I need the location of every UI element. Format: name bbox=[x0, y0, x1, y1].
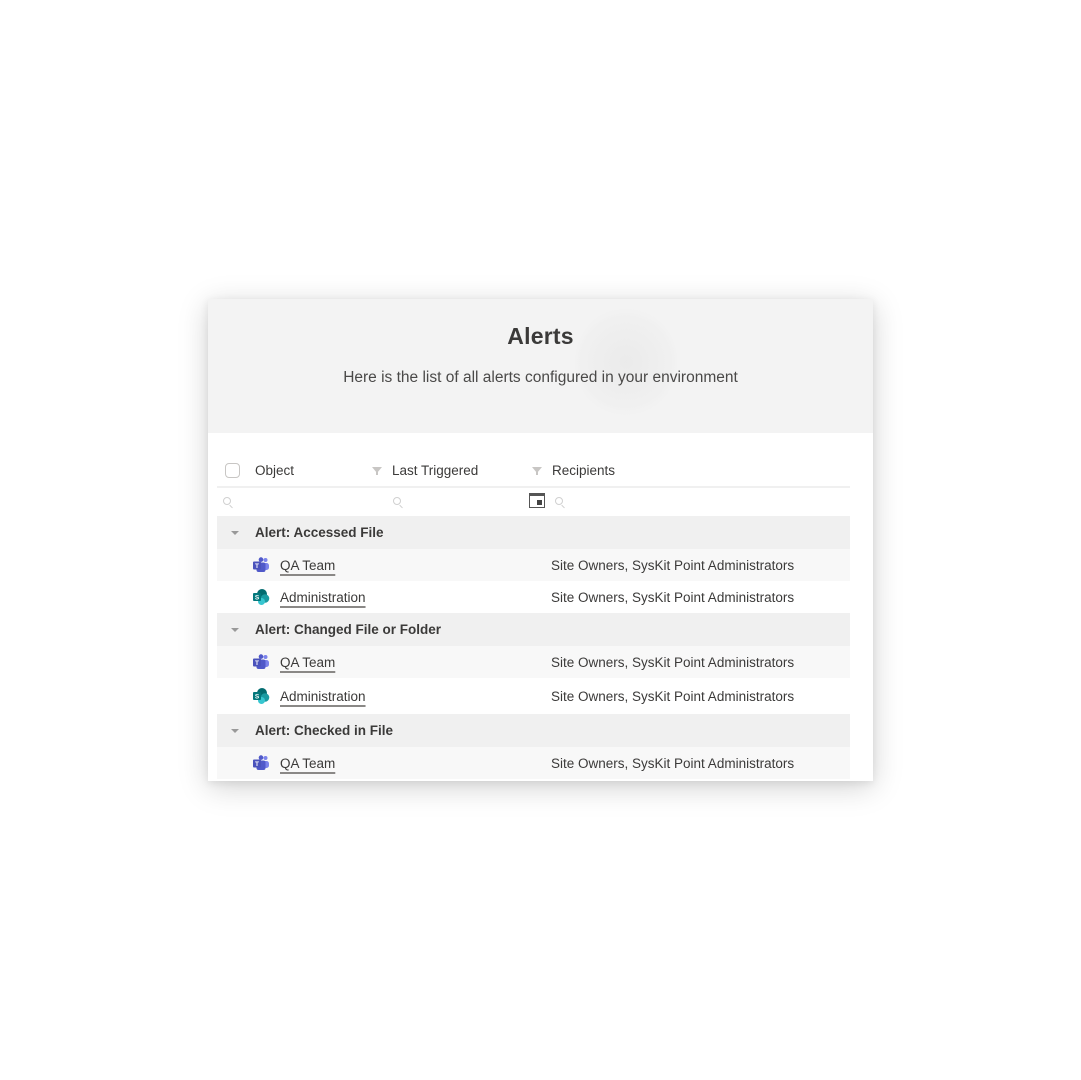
group-label: Alert: Changed File or Folder bbox=[255, 622, 442, 637]
sharepoint-icon bbox=[252, 589, 270, 605]
recipients-cell: Site Owners, SysKit Point Administrators bbox=[551, 755, 795, 771]
header-banner: Alerts Here is the list of all alerts co… bbox=[208, 299, 873, 433]
recipients-cell: Site Owners, SysKit Point Administrators bbox=[551, 589, 795, 605]
sharepoint-icon bbox=[252, 688, 270, 704]
column-label: Object bbox=[255, 462, 295, 478]
column-header-object[interactable]: Object bbox=[255, 463, 372, 478]
recipients-cell: Site Owners, SysKit Point Administrators bbox=[551, 688, 795, 704]
collapse-caret-icon[interactable] bbox=[231, 627, 239, 632]
object-link[interactable]: Administration bbox=[280, 689, 366, 704]
table-row[interactable]: QA Team Site Owners, SysKit Point Adminis… bbox=[217, 549, 850, 581]
column-label: Recipients bbox=[552, 462, 616, 478]
object-link[interactable]: QA Team bbox=[280, 558, 335, 573]
table-row[interactable]: Administration Site Owners, SysKit Point … bbox=[217, 678, 850, 714]
teams-icon bbox=[252, 755, 270, 771]
object-link[interactable]: QA Team bbox=[280, 756, 335, 771]
table-header: Object Last Triggered Recipients bbox=[217, 454, 850, 488]
last-triggered-search-icon[interactable] bbox=[393, 497, 401, 505]
filter-icon[interactable] bbox=[532, 467, 542, 475]
recipients-cell: Site Owners, SysKit Point Administrators bbox=[551, 654, 795, 670]
calendar-icon[interactable] bbox=[529, 493, 545, 508]
object-link[interactable]: QA Team bbox=[280, 655, 335, 670]
group-header[interactable]: Alert: Changed File or Folder bbox=[217, 613, 850, 646]
page-subtitle: Here is the list of all alerts configure… bbox=[343, 369, 738, 386]
table-row[interactable]: QA Team Site Owners, SysKit Point Adminis… bbox=[217, 646, 850, 678]
column-header-last-triggered[interactable]: Last Triggered bbox=[372, 463, 532, 478]
table-row[interactable]: QA Team Site Owners, SysKit Point Adminis… bbox=[217, 747, 850, 779]
collapse-caret-icon[interactable] bbox=[231, 728, 239, 733]
column-label: Last Triggered bbox=[392, 462, 479, 478]
group-header[interactable]: Alert: Checked in File bbox=[217, 714, 850, 747]
recipients-cell: Site Owners, SysKit Point Administrators bbox=[551, 557, 795, 573]
teams-icon bbox=[252, 654, 270, 670]
recipients-search-icon[interactable] bbox=[555, 497, 563, 505]
table-row[interactable]: Administration Site Owners, SysKit Point … bbox=[217, 581, 850, 613]
teams-icon bbox=[252, 557, 270, 573]
object-link[interactable]: Administration bbox=[280, 590, 366, 605]
group-label: Alert: Checked in File bbox=[255, 723, 394, 738]
column-filter-row bbox=[217, 488, 850, 516]
page-title: Alerts bbox=[507, 323, 574, 349]
collapse-caret-icon[interactable] bbox=[231, 530, 239, 535]
filter-icon[interactable] bbox=[372, 467, 382, 475]
column-header-recipients[interactable]: Recipients bbox=[532, 463, 615, 478]
alerts-table: Object Last Triggered Recipients Alert: … bbox=[217, 454, 850, 779]
alerts-panel: Alerts Here is the list of all alerts co… bbox=[208, 299, 873, 781]
group-header[interactable]: Alert: Accessed File bbox=[217, 516, 850, 549]
table-body: Alert: Accessed File QA Team Site Owners, … bbox=[217, 516, 850, 779]
select-all-checkbox[interactable] bbox=[225, 462, 240, 478]
object-search-icon[interactable] bbox=[223, 497, 231, 505]
group-label: Alert: Accessed File bbox=[255, 525, 384, 540]
